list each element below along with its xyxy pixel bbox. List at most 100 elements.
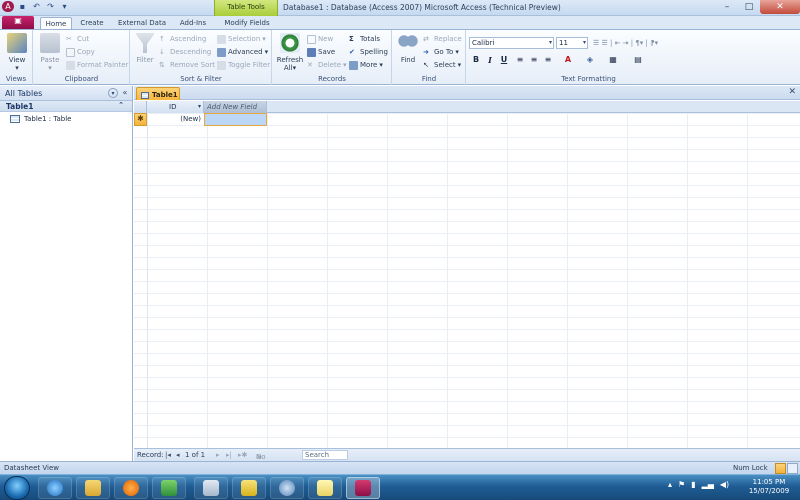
nav-pane-header[interactable]: All Tables ▾ « bbox=[0, 86, 132, 101]
previous-record-icon[interactable]: ◂ bbox=[176, 451, 180, 459]
font-color-button[interactable]: A bbox=[562, 54, 574, 66]
undo-icon[interactable]: ↶ bbox=[31, 1, 42, 12]
taskbar-access[interactable] bbox=[346, 477, 380, 499]
spelling-button[interactable]: ✔ Spelling bbox=[349, 46, 388, 58]
datasheet-view-icon[interactable] bbox=[775, 463, 786, 474]
tab-home[interactable]: Home bbox=[40, 17, 72, 29]
next-record-icon[interactable]: ▸ bbox=[216, 451, 220, 459]
maximize-button[interactable]: □ bbox=[738, 0, 760, 14]
tab-modify-fields[interactable]: Modify Fields bbox=[218, 17, 276, 29]
list-bullets-button[interactable]: ☰ ☰ | ⇤ ⇥ | ¶▾ | ⁋▾ bbox=[593, 37, 658, 49]
select-button[interactable]: ↖ Select ▾ bbox=[423, 59, 461, 71]
italic-button[interactable]: I bbox=[484, 54, 496, 66]
copy-button[interactable]: Copy bbox=[66, 46, 95, 58]
customize-qat-icon[interactable]: ▾ bbox=[59, 1, 70, 12]
go-to-button[interactable]: ➜ Go To ▾ bbox=[423, 46, 459, 58]
delete-icon: ✕ bbox=[307, 60, 313, 69]
gridlines-button[interactable]: ▦ bbox=[607, 54, 619, 66]
record-position[interactable]: 1 of 1 bbox=[185, 451, 205, 459]
document-tab-bar: Table1 ✕ bbox=[134, 86, 800, 100]
filter-button[interactable]: Filter bbox=[134, 33, 156, 64]
taskbar-globe[interactable] bbox=[270, 477, 304, 499]
spelling-label: Spelling bbox=[360, 48, 388, 56]
taskbar-app-bird[interactable] bbox=[232, 477, 266, 499]
more-button[interactable]: More ▾ bbox=[349, 59, 383, 71]
column-header-add-new-field[interactable]: Add New Field bbox=[204, 101, 267, 113]
action-center-flag-icon[interactable]: ⚑ bbox=[678, 480, 685, 489]
font-size-combo[interactable]: 11 ▾ bbox=[556, 37, 588, 49]
totals-label: Totals bbox=[360, 35, 380, 43]
taskbar-clock[interactable]: 11:05 PM 15/07/2009 bbox=[745, 478, 793, 496]
access-logo-icon[interactable]: A bbox=[2, 1, 14, 12]
taskbar-users[interactable] bbox=[152, 477, 186, 499]
fill-color-button[interactable]: ◈ bbox=[584, 54, 596, 66]
design-view-icon[interactable] bbox=[787, 463, 798, 474]
paste-button[interactable]: Paste ▾ bbox=[38, 33, 62, 72]
align-center-icon[interactable]: ≡ bbox=[528, 54, 540, 66]
nav-group-header[interactable]: Table1 ⌃ bbox=[0, 101, 132, 112]
bold-button[interactable]: B bbox=[470, 54, 482, 66]
office-button[interactable]: ▣ bbox=[2, 16, 34, 29]
first-record-icon[interactable]: |◂ bbox=[165, 451, 171, 459]
align-right-icon[interactable]: ≡ bbox=[542, 54, 554, 66]
tab-add-ins[interactable]: Add-Ins bbox=[174, 17, 212, 29]
tab-create[interactable]: Create bbox=[76, 17, 108, 29]
totals-button[interactable]: Σ Totals bbox=[349, 33, 380, 45]
nav-item-table1[interactable]: Table1 : Table bbox=[0, 112, 132, 124]
taskbar-ie[interactable] bbox=[38, 477, 72, 499]
ascending-button[interactable]: ↑ Ascending bbox=[159, 33, 206, 45]
start-button[interactable] bbox=[4, 476, 30, 500]
replace-button[interactable]: ⇄ Replace bbox=[423, 33, 462, 45]
minimize-button[interactable]: – bbox=[716, 0, 738, 14]
find-button[interactable]: Find bbox=[396, 33, 420, 64]
shutter-bar-close-icon[interactable]: « bbox=[120, 88, 130, 98]
datasheet-grid[interactable]: ID ▾ Add New Field ✱ (New) bbox=[134, 101, 800, 448]
cut-button[interactable]: ✂ Cut bbox=[66, 33, 89, 45]
collapse-group-icon[interactable]: ⌃ bbox=[118, 101, 124, 109]
save-icon[interactable]: ▪ bbox=[17, 1, 28, 12]
signal-icon[interactable]: ▂▄ bbox=[702, 480, 714, 489]
view-button[interactable]: View ▾ bbox=[4, 33, 30, 72]
last-record-icon[interactable]: ▸| bbox=[226, 451, 232, 459]
new-label: New bbox=[318, 35, 334, 43]
toggle-filter-button[interactable]: Toggle Filter bbox=[217, 59, 270, 71]
volume-icon[interactable]: ◀) bbox=[720, 480, 729, 489]
num-lock-indicator: Num Lock bbox=[733, 464, 768, 472]
redo-icon[interactable]: ↷ bbox=[45, 1, 56, 12]
cut-label: Cut bbox=[77, 35, 90, 43]
cell-add-new-field-selected[interactable] bbox=[204, 113, 267, 126]
descending-button[interactable]: ↓ Descending bbox=[159, 46, 211, 58]
close-button[interactable]: ✕ bbox=[760, 0, 800, 14]
save-record-button[interactable]: Save bbox=[307, 46, 335, 58]
column-header-id[interactable]: ID ▾ bbox=[147, 101, 204, 113]
close-document-icon[interactable]: ✕ bbox=[788, 87, 796, 97]
cell-id-new[interactable]: (New) bbox=[147, 113, 204, 126]
tray-arrow-icon[interactable]: ▴ bbox=[668, 480, 672, 489]
align-left-icon[interactable]: ≡ bbox=[514, 54, 526, 66]
underline-button[interactable]: U bbox=[498, 54, 510, 66]
font-name-combo[interactable]: Calibri ▾ bbox=[469, 37, 554, 49]
nav-dropdown-icon[interactable]: ▾ bbox=[108, 88, 118, 98]
new-blank-record-icon[interactable]: ▸✱ bbox=[238, 451, 247, 459]
taskbar-folder2[interactable] bbox=[194, 477, 228, 499]
select-all-cell[interactable] bbox=[134, 101, 147, 113]
document-tab-table1[interactable]: Table1 bbox=[136, 87, 180, 100]
search-input[interactable]: Search bbox=[302, 450, 348, 460]
advanced-button[interactable]: Advanced ▾ bbox=[217, 46, 268, 58]
taskbar-explorer[interactable] bbox=[76, 477, 110, 499]
new-record-button[interactable]: New bbox=[307, 33, 333, 45]
refresh-all-button[interactable]: Refresh All▾ bbox=[276, 33, 304, 72]
taskbar-notes[interactable] bbox=[308, 477, 342, 499]
delete-record-button[interactable]: ✕ Delete ▾ bbox=[307, 59, 347, 71]
network-icon[interactable]: ▮ bbox=[691, 480, 695, 489]
view-icon bbox=[7, 33, 27, 53]
column-dropdown-icon[interactable]: ▾ bbox=[198, 103, 201, 110]
table-tools-context-header: Table Tools bbox=[214, 0, 278, 16]
new-record-asterisk-icon[interactable]: ✱ bbox=[134, 113, 147, 126]
tab-external-data[interactable]: External Data bbox=[114, 17, 170, 29]
format-painter-button[interactable]: Format Painter bbox=[66, 59, 128, 71]
remove-sort-button[interactable]: ⇅ Remove Sort bbox=[159, 59, 215, 71]
alternate-fill-button[interactable]: ▤ bbox=[632, 54, 644, 66]
selection-button[interactable]: Selection ▾ bbox=[217, 33, 266, 45]
taskbar-media-player[interactable] bbox=[114, 477, 148, 499]
